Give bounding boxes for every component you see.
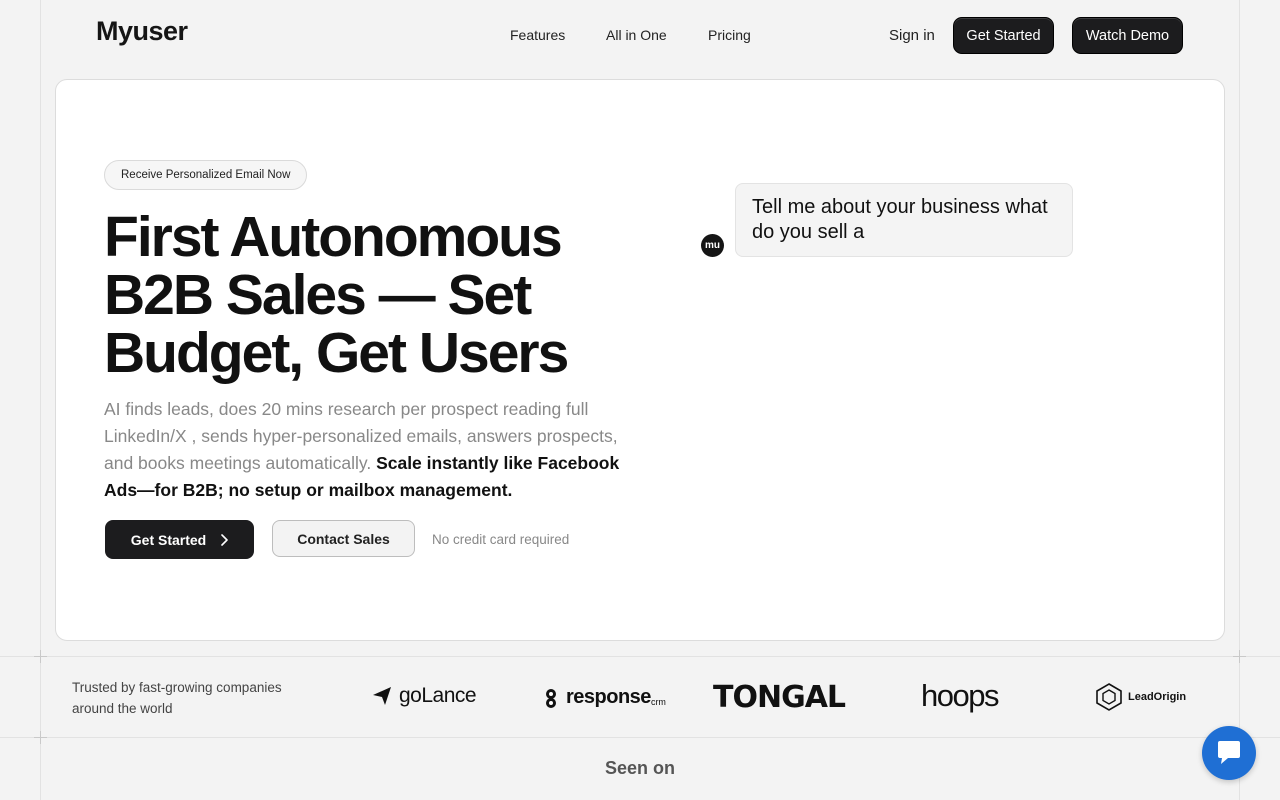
hero-description: AI finds leads, does 20 mins research pe… [104,396,644,504]
leadorigin-hexagon-icon [1096,683,1122,711]
grid-line-bottom-strip [0,737,1280,738]
no-credit-card-note: No credit card required [432,532,570,547]
plus-marker [34,731,47,744]
golance-mark-icon [373,687,391,705]
golance-wordmark: goLance [399,684,477,707]
trusted-by-text: Trusted by fast-growing companies around… [72,680,282,716]
responsecrm-wordmark: response [566,686,651,708]
seen-on-heading: Seen on [604,758,675,778]
headline-line: Budget, Get Users [104,321,569,385]
hoops-wordmark: hoops [921,678,999,713]
grid-line-top-strip [0,656,1280,657]
responsecrm-mark-icon [546,688,556,708]
get-started-button[interactable]: Get Started [953,17,1054,54]
nav-all-in-one[interactable]: All in One [606,27,667,43]
nav-features[interactable]: Features [510,27,565,43]
personalized-email-pill[interactable]: Receive Personalized Email Now [104,160,308,190]
hero-headline: First Autonomous B2B Sales — Set Budget,… [104,208,624,382]
sign-in-link[interactable]: Sign in [889,27,935,44]
golance-logo: goLance [371,684,477,708]
responsecrm-suffix: crm [650,697,666,707]
hero-get-started-button[interactable]: Get Started [105,520,254,559]
leadorigin-wordmark: LeadOrigin [1128,691,1187,703]
leadorigin-logo: LeadOrigin [1096,683,1186,711]
plus-marker [34,650,47,663]
assistant-avatar: mu [701,234,724,257]
grid-line-right [1239,0,1240,800]
headline-line: First Autonomous [104,205,563,269]
logo[interactable]: Myuser [96,16,188,47]
grid-line-left [40,0,41,800]
tongal-logo: TONGAL [713,680,846,715]
watch-demo-button[interactable]: Watch Demo [1072,17,1183,54]
contact-sales-button[interactable]: Contact Sales [272,520,415,557]
headline-line: B2B Sales — Set [104,263,532,327]
responsecrm-logo: response crm [542,686,666,709]
plus-marker [1233,650,1246,663]
hero-get-started-label: Get Started [130,531,207,548]
chevron-right-icon [221,533,229,546]
hero-card: Receive Personalized Email Now First Aut… [55,79,1225,641]
nav-pricing[interactable]: Pricing [708,27,751,43]
tongal-wordmark: TONGAL [713,680,846,715]
chat-widget-button[interactable] [1202,726,1256,780]
chat-bubble-icon [1218,741,1240,764]
hoops-logo: hoops [921,678,999,714]
chat-message-bubble: Tell me about your business what do you … [735,183,1073,257]
